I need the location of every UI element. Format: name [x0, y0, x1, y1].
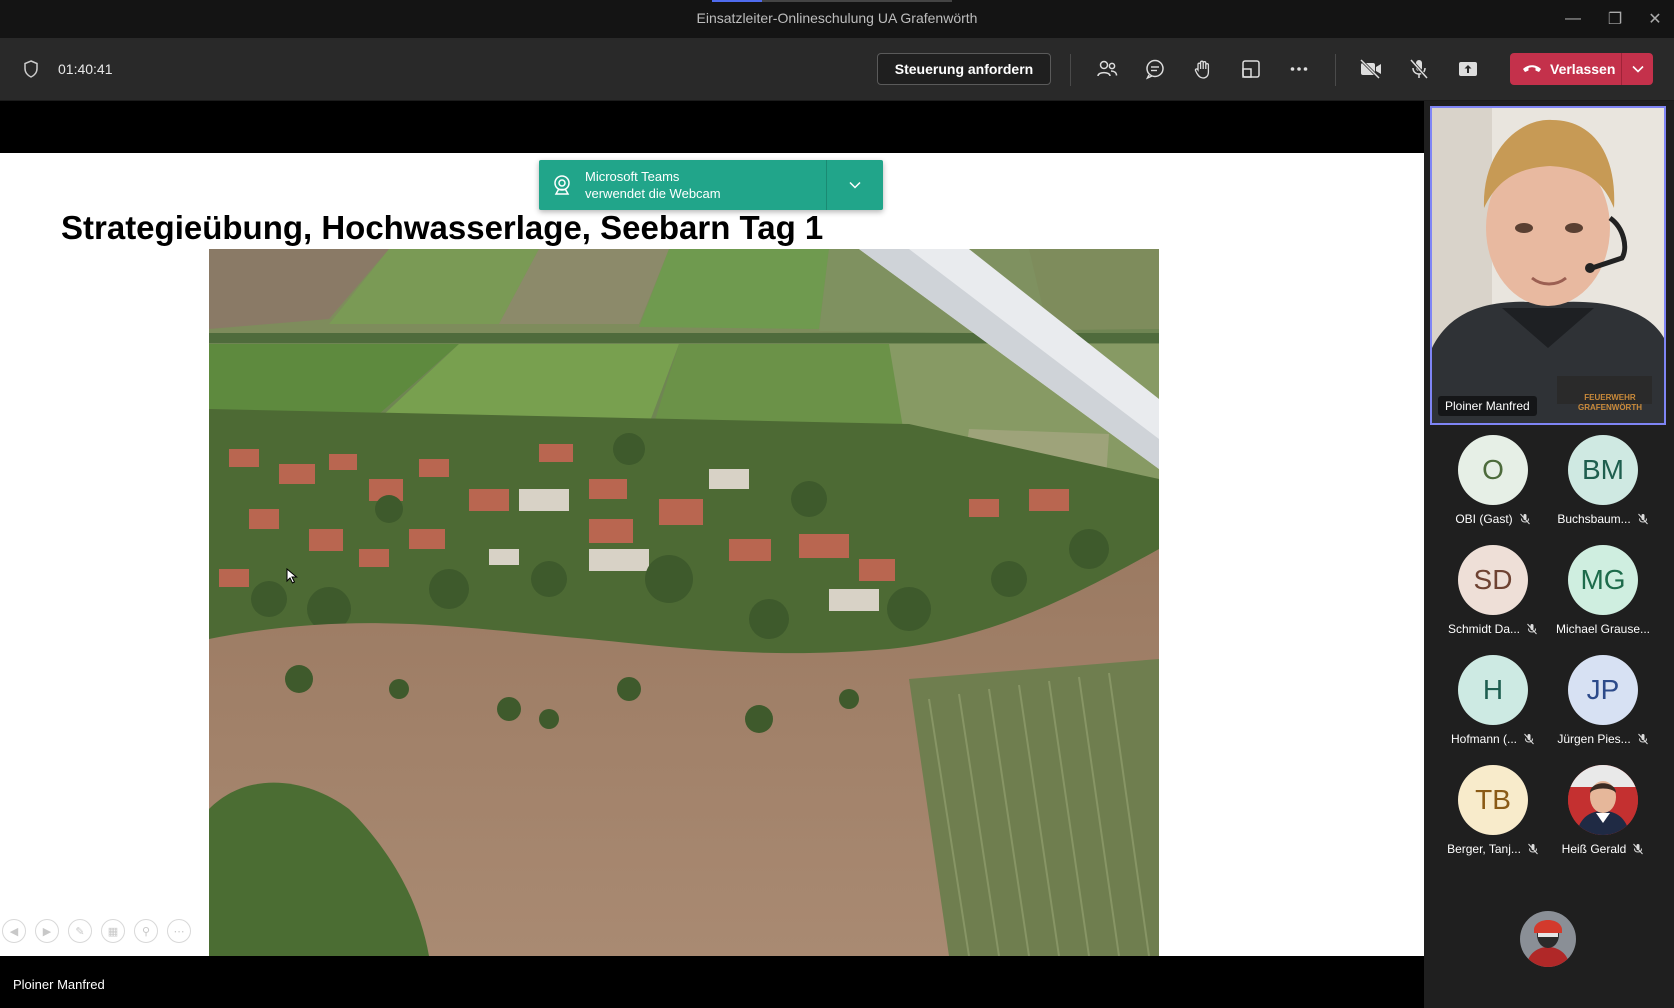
participant-tile[interactable]: TB Berger, Tanj...: [1438, 765, 1548, 856]
pen-icon[interactable]: ✎: [68, 919, 92, 943]
participant-name: OBI (Gast): [1455, 512, 1513, 526]
mic-off-icon: [1524, 733, 1534, 745]
presenter-video[interactable]: FEUERWEHR GRAFENWÖRTH Ploiner Manfred: [1430, 106, 1666, 425]
avatar: TB: [1458, 765, 1528, 835]
leave-dropdown-button[interactable]: [1622, 53, 1653, 85]
title-accent: [712, 0, 952, 2]
people-icon[interactable]: [1094, 56, 1120, 82]
mic-off-icon: [1633, 843, 1644, 855]
request-control-button[interactable]: Steuerung anfordern: [877, 53, 1051, 85]
more-options-icon[interactable]: [1286, 56, 1312, 82]
window-title: Einsatzleiter-Onlineschulung UA Grafenwö…: [696, 10, 978, 26]
avatar: H: [1458, 655, 1528, 725]
participant-tile[interactable]: MG Michael Grause...: [1548, 545, 1658, 636]
chevron-down-icon: [1631, 65, 1644, 73]
participant-tile[interactable]: Heiß Gerald: [1548, 765, 1658, 856]
participant-name: Schmidt Da...: [1447, 622, 1521, 636]
shared-content-stage: Strategieübung, Hochwasserlage, Seebarn …: [0, 101, 1424, 1008]
chevron-down-icon: [849, 181, 861, 189]
participant-name: Hofmann (...: [1450, 732, 1518, 746]
participant-name: Michael Grause...: [1555, 622, 1651, 636]
mouse-cursor-icon: [286, 568, 298, 584]
slides-grid-icon[interactable]: ▦: [101, 919, 125, 943]
zoom-icon[interactable]: ⚲: [134, 919, 158, 943]
toolbar-divider: [1070, 54, 1071, 86]
mic-off-icon: [1528, 843, 1538, 855]
minimize-icon[interactable]: —: [1558, 6, 1588, 32]
hang-up-icon: [1523, 65, 1541, 72]
shield-icon: [24, 60, 38, 78]
avatar-photo: [1568, 765, 1638, 835]
participant-name: Jürgen Pies...: [1557, 732, 1631, 746]
avatar: O: [1458, 435, 1528, 505]
reactions-icon[interactable]: [1190, 56, 1216, 82]
presenter-video-frame: [1432, 108, 1664, 423]
participant-tile[interactable]: O OBI (Gast): [1438, 435, 1548, 526]
mic-off-icon: [1637, 513, 1648, 525]
participant-tile[interactable]: JP Jürgen Pies...: [1548, 655, 1658, 746]
self-view-photo: [1520, 911, 1576, 967]
leave-button[interactable]: Verlassen: [1510, 53, 1653, 85]
uniform-badge-text: FEUERWEHR GRAFENWÖRTH: [1578, 393, 1642, 412]
participant-name: Heiß Gerald: [1561, 842, 1627, 856]
meeting-timer: 01:40:41: [58, 61, 113, 77]
webcam-notification[interactable]: Microsoft Teams verwendet die Webcam: [539, 160, 883, 210]
avatar: BM: [1568, 435, 1638, 505]
webcam-icon: [554, 175, 570, 195]
participant-name: Buchsbaum...: [1557, 512, 1631, 526]
participant-tile[interactable]: SD Schmidt Da...: [1438, 545, 1548, 636]
rooms-icon[interactable]: [1238, 56, 1264, 82]
avatar: SD: [1458, 545, 1528, 615]
title-bar: Einsatzleiter-Onlineschulung UA Grafenwö…: [0, 0, 1674, 38]
toolbar-divider: [1335, 54, 1336, 86]
share-screen-icon[interactable]: [1455, 56, 1481, 82]
notification-expand-button[interactable]: [827, 160, 883, 210]
participant-tile[interactable]: H Hofmann (...: [1438, 655, 1548, 746]
avatar: MG: [1568, 545, 1638, 615]
meeting-toolbar: 01:40:41 Steuerung anfordern Verlassen: [0, 38, 1674, 101]
camera-off-icon[interactable]: [1358, 56, 1384, 82]
leave-label: Verlassen: [1550, 61, 1616, 77]
self-view-avatar[interactable]: [1520, 911, 1576, 967]
notification-title: Microsoft Teams: [585, 169, 680, 184]
video-name-label: Ploiner Manfred: [1438, 396, 1537, 416]
participant-photo: [1568, 765, 1638, 835]
mic-off-icon: [1527, 623, 1537, 635]
notification-message: verwendet die Webcam: [585, 186, 721, 201]
presenter-name-label: Ploiner Manfred: [13, 977, 105, 992]
previous-slide-icon[interactable]: ◀: [2, 919, 26, 943]
chat-icon[interactable]: [1142, 56, 1168, 82]
mic-off-icon: [1519, 513, 1530, 525]
presentation-slide: Strategieübung, Hochwasserlage, Seebarn …: [0, 153, 1424, 956]
participant-tile[interactable]: BM Buchsbaum...: [1548, 435, 1658, 526]
next-slide-icon[interactable]: ▶: [35, 919, 59, 943]
mic-off-icon[interactable]: [1406, 56, 1432, 82]
slide-title: Strategieübung, Hochwasserlage, Seebarn …: [61, 209, 824, 246]
participant-name: Berger, Tanj...: [1447, 842, 1521, 856]
more-icon[interactable]: ⋯: [167, 919, 191, 943]
presentation-controls: ◀ ▶ ✎ ▦ ⚲ ⋯: [2, 919, 191, 943]
mic-off-icon: [1637, 733, 1648, 745]
restore-icon[interactable]: ❐: [1600, 6, 1630, 32]
avatar: JP: [1568, 655, 1638, 725]
flood-aerial-photo: [209, 249, 1159, 956]
close-icon[interactable]: ✕: [1640, 6, 1670, 32]
